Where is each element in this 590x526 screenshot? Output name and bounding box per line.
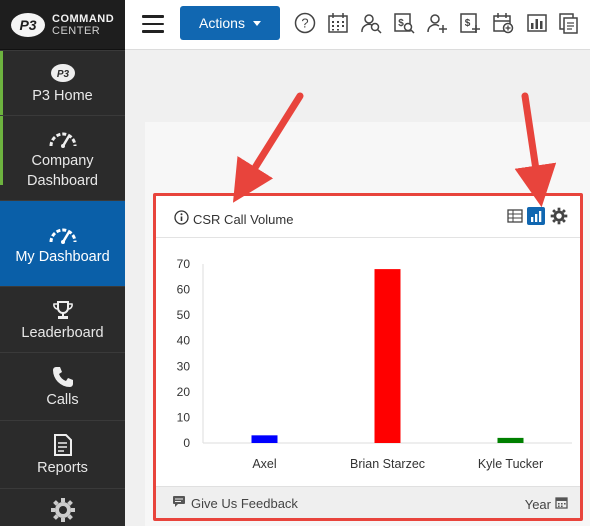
period-label: Year	[524, 496, 551, 512]
svg-text:$: $	[398, 18, 404, 29]
gauge-icon	[48, 125, 78, 151]
gear-icon	[50, 497, 76, 523]
widget-title-text: CSR Call Volume	[193, 211, 294, 227]
logo[interactable]: P3 COMMAND CENTER	[0, 0, 125, 50]
p3-logo-icon: P3	[10, 10, 46, 40]
logo-mark-text: P3	[19, 17, 36, 33]
feedback-label: Give Us Feedback	[191, 495, 298, 511]
logo-text: COMMAND CENTER	[52, 13, 114, 37]
actions-button-label: Actions	[199, 15, 245, 31]
top-toolbar: Actions ? $ $	[125, 0, 590, 50]
table-view-icon[interactable]	[506, 207, 524, 225]
user-search-icon[interactable]	[359, 11, 383, 35]
y-tick-label: 50	[177, 308, 191, 322]
sidebar-item-calls[interactable]: Calls	[0, 352, 125, 420]
help-icon[interactable]: ?	[293, 11, 317, 35]
svg-text:$: $	[465, 18, 471, 29]
info-icon[interactable]	[174, 210, 189, 228]
gear-icon[interactable]	[548, 207, 570, 225]
feedback-icon	[172, 495, 186, 511]
x-tick-label: Axel	[252, 457, 276, 471]
chevron-down-icon	[252, 20, 261, 26]
bar	[497, 437, 524, 443]
sidebar-item-label: Calls	[46, 391, 79, 408]
bar-chart-view-icon[interactable]	[527, 207, 545, 225]
gauge-icon	[48, 221, 78, 247]
bar	[251, 435, 278, 443]
csr-call-volume-widget: CSR Call Volume 0 10 20 30 40 50 60 70 Axel Brian…	[153, 193, 583, 521]
hamburger-menu-icon[interactable]	[142, 15, 164, 33]
sidebar-item-settings[interactable]	[0, 488, 125, 526]
trophy-icon	[52, 297, 74, 323]
feedback-link[interactable]: Give Us Feedback	[172, 495, 298, 511]
y-tick-label: 0	[183, 436, 190, 450]
call-volume-bar-chart: 0 10 20 30 40 50 60 70 Axel Brian Starzec Kyle Tuc…	[177, 257, 572, 471]
add-calendar-icon[interactable]	[491, 11, 515, 35]
sidebar-item-label: P3 Home	[32, 88, 93, 104]
calendar-icon	[555, 496, 568, 512]
x-tick-label: Kyle Tucker	[478, 457, 543, 471]
period-selector[interactable]: Year	[525, 496, 568, 512]
bar-chart-icon[interactable]	[525, 11, 549, 35]
y-tick-label: 20	[177, 385, 191, 399]
p3-icon: P3	[50, 60, 76, 86]
sidebar-item-reports[interactable]: Reports	[0, 420, 125, 488]
sidebar-item-label: Company Dashboard	[27, 153, 98, 189]
report-icon	[52, 432, 74, 458]
x-tick-label: Brian Starzec	[350, 457, 425, 471]
sidebar-item-leaderboard[interactable]: Leaderboard	[0, 286, 125, 352]
logo-line2: CENTER	[52, 24, 101, 37]
actions-button[interactable]: Actions	[180, 6, 280, 40]
sidebar-item-p3-home[interactable]: P3 P3 Home	[0, 50, 125, 115]
add-dollar-icon[interactable]: $	[458, 11, 482, 35]
widget-tools	[506, 207, 570, 225]
widget-title: CSR Call Volume	[174, 210, 293, 228]
y-tick-label: 30	[177, 359, 191, 373]
y-tick-label: 70	[177, 257, 191, 271]
calendar-grid-icon[interactable]	[326, 11, 350, 35]
sidebar-item-my-dashboard[interactable]: My Dashboard	[0, 200, 125, 286]
sidebar-item-label: My Dashboard	[15, 248, 110, 265]
y-tick-label: 40	[177, 334, 191, 348]
svg-text:?: ?	[301, 16, 308, 31]
y-tick-label: 60	[177, 283, 191, 297]
phone-icon	[51, 364, 75, 390]
dollar-search-icon[interactable]: $	[392, 11, 416, 35]
logo-line1: COMMAND	[52, 12, 115, 25]
y-tick-label: 10	[177, 410, 191, 424]
bar	[374, 269, 401, 443]
sidebar: P3 COMMAND CENTER P3 P3 Home Company Das…	[0, 0, 125, 526]
svg-text:P3: P3	[56, 69, 69, 80]
widget-header: CSR Call Volume	[156, 196, 580, 238]
widget-footer: Give Us Feedback Year	[156, 486, 580, 518]
add-user-icon[interactable]	[425, 11, 449, 35]
sidebar-item-company-dashboard[interactable]: Company Dashboard	[0, 115, 125, 200]
copy-icon[interactable]	[557, 11, 581, 35]
sidebar-item-label: Reports	[37, 459, 88, 476]
sidebar-item-label: Leaderboard	[21, 324, 104, 341]
